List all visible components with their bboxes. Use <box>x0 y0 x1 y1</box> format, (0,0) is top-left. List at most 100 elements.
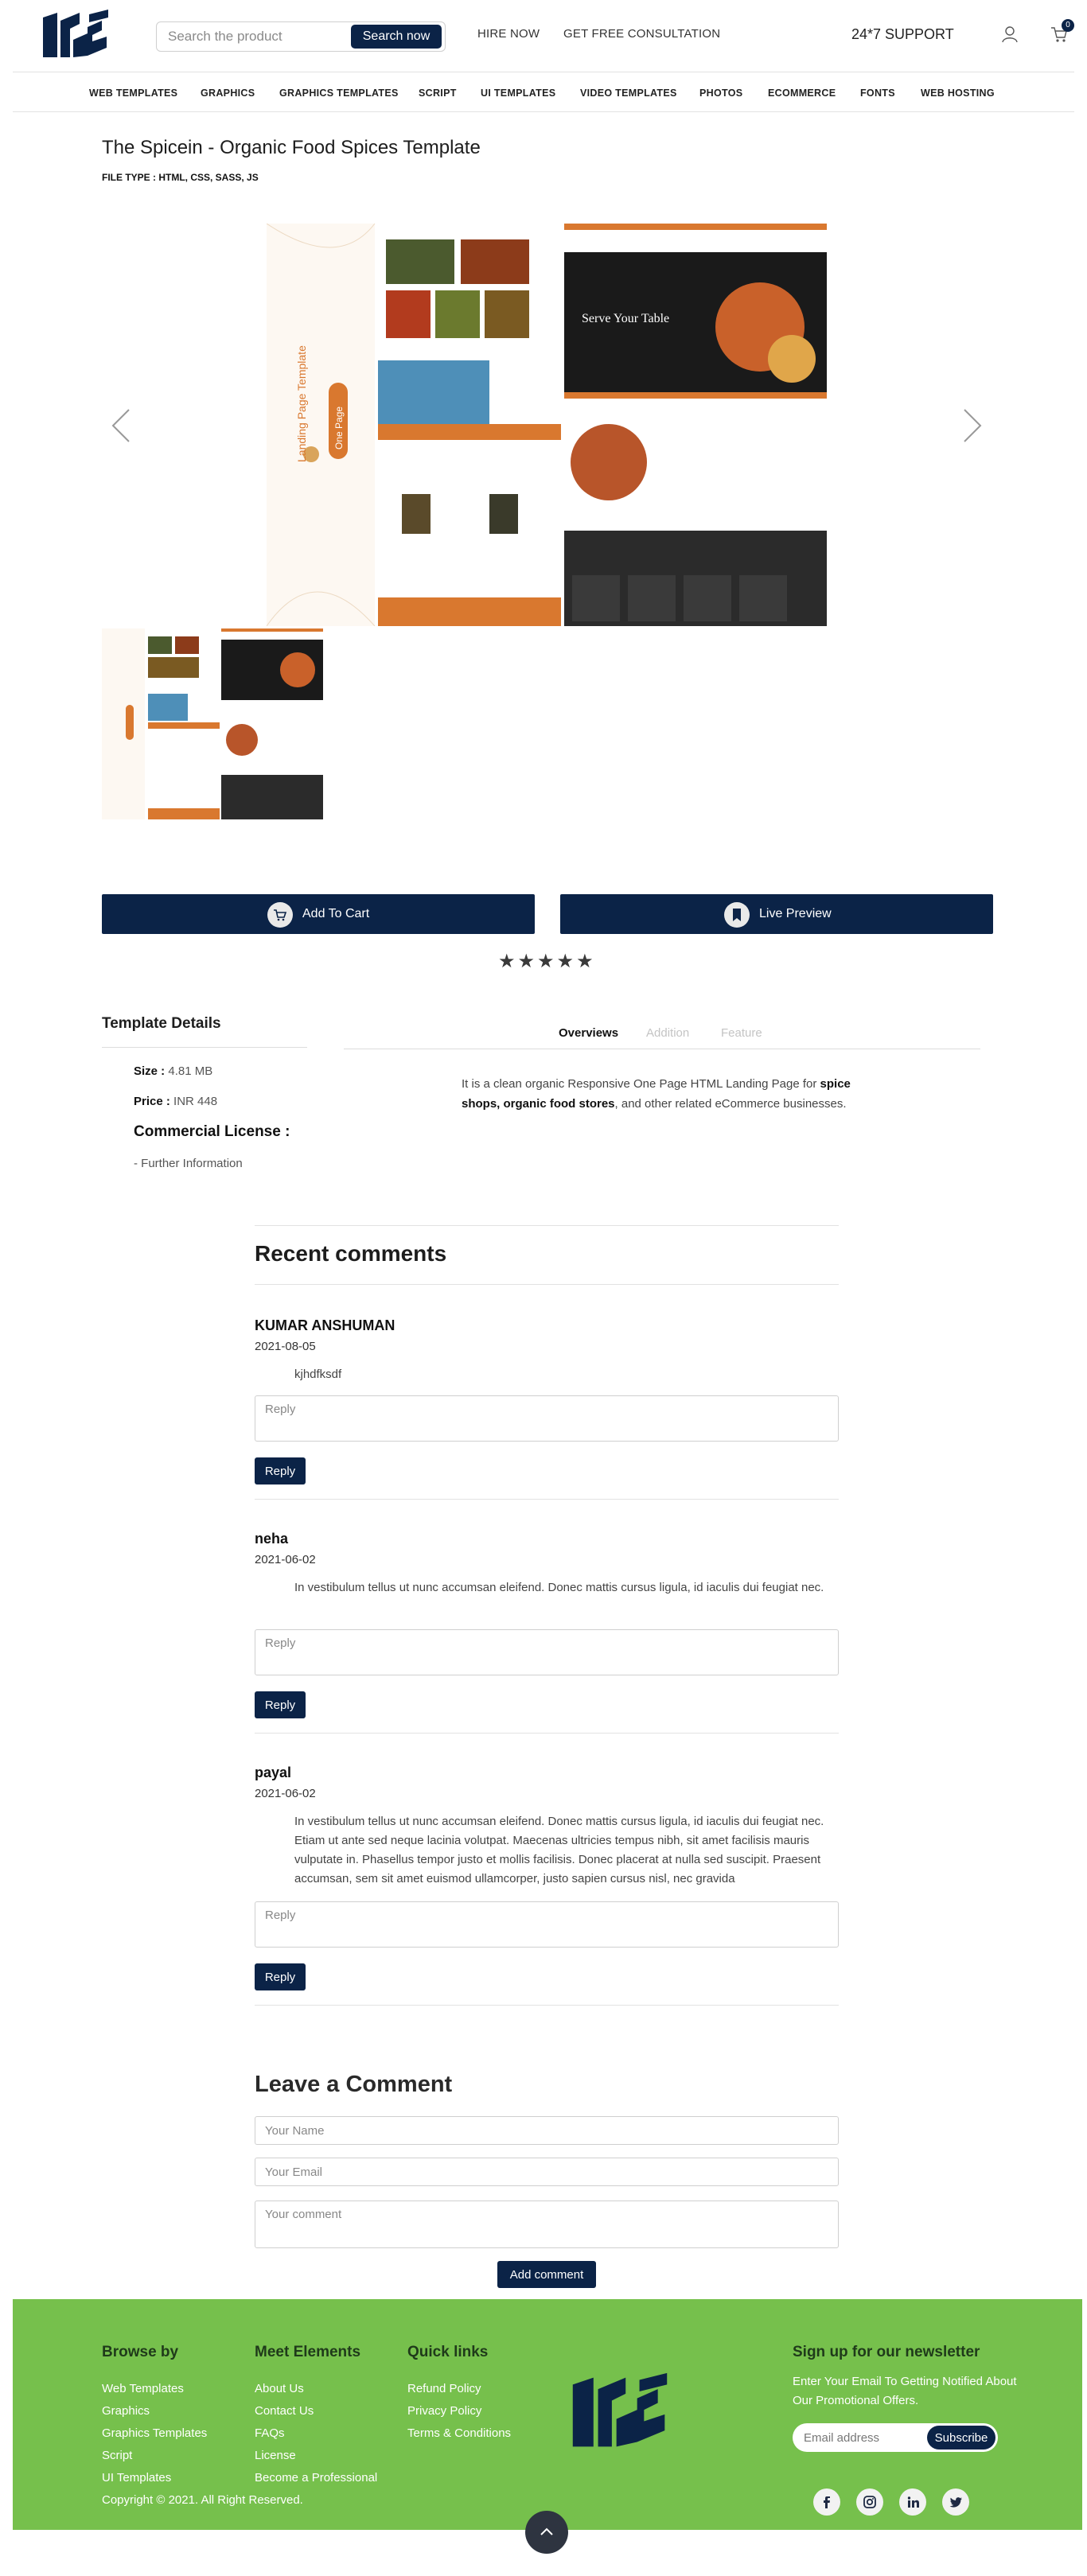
price-label: Price : <box>134 1095 170 1108</box>
overview-description: It is a clean organic Responsive One Pag… <box>462 1074 875 1114</box>
hire-now-link[interactable]: HIRE NOW <box>477 27 540 41</box>
footer-link-license[interactable]: License <box>255 2449 296 2462</box>
nav-divider <box>13 111 1074 112</box>
footer-link-refund-policy[interactable]: Refund Policy <box>407 2382 481 2395</box>
newsletter-text: Enter Your Email To Getting Notified Abo… <box>793 2375 1017 2407</box>
details-divider <box>102 1047 307 1048</box>
meet-elements-title: Meet Elements <box>255 2344 361 2360</box>
cat-web-hosting[interactable]: WEB HOSTING <box>921 88 995 99</box>
preview-mockup: Serve Your Table <box>267 224 827 626</box>
instagram-icon[interactable] <box>856 2488 883 2516</box>
footer-link-faqs[interactable]: FAQs <box>255 2426 285 2440</box>
site-header: Search now HIRE NOW GET FREE CONSULTATIO… <box>0 0 1087 72</box>
footer-link-terms[interactable]: Terms & Conditions <box>407 2426 511 2440</box>
reply-button[interactable]: Reply <box>255 1691 306 1718</box>
preview-banner-text: Landing Page Template <box>295 345 308 462</box>
add-comment-button[interactable]: Add comment <box>497 2261 596 2288</box>
cat-graphics[interactable]: GRAPHICS <box>201 88 255 99</box>
star-icon: ★ <box>517 951 538 972</box>
further-information-link[interactable]: - Further Information <box>134 1157 243 1170</box>
footer-logo[interactable] <box>568 2371 672 2453</box>
footer-link-ui-templates[interactable]: UI Templates <box>102 2471 171 2485</box>
commercial-license-title: Commercial License : <box>134 1123 290 1140</box>
price-row: Price : INR 448 <box>134 1095 217 1108</box>
subscribe-button[interactable]: Subscribe <box>927 2426 995 2450</box>
scroll-to-top-button[interactable] <box>525 2511 568 2554</box>
comments-title-divider <box>255 1284 839 1285</box>
footer-link-contact-us[interactable]: Contact Us <box>255 2404 314 2418</box>
comment-author: KUMAR ANSHUMAN <box>255 1317 395 1333</box>
consultation-link[interactable]: GET FREE CONSULTATION <box>563 27 720 41</box>
footer-link-web-templates[interactable]: Web Templates <box>102 2382 184 2395</box>
cat-ui-templates[interactable]: UI TEMPLATES <box>481 88 555 99</box>
file-type: FILE TYPE : HTML, CSS, SASS, JS <box>102 172 259 183</box>
category-nav: WEB TEMPLATES GRAPHICS GRAPHICS TEMPLATE… <box>0 83 1087 103</box>
footer-link-graphics[interactable]: Graphics <box>102 2404 150 2418</box>
preview-badge-text: One Page <box>333 406 345 449</box>
comment-author: neha <box>255 1531 289 1547</box>
reply-input[interactable] <box>255 1395 839 1442</box>
comment-text: In vestibulum tellus ut nunc accumsan el… <box>294 1815 824 1885</box>
cart-add-icon <box>267 902 293 928</box>
comment-date: 2021-08-05 <box>255 1340 316 1353</box>
bookmark-icon <box>724 902 750 928</box>
search-input[interactable] <box>163 24 354 49</box>
chevron-up-icon <box>540 2527 553 2535</box>
tab-addition[interactable]: Addition <box>646 1026 689 1040</box>
add-to-cart-label: Add To Cart <box>302 907 370 920</box>
comment-field[interactable] <box>255 2200 839 2248</box>
footer-link-about-us[interactable]: About Us <box>255 2382 304 2395</box>
newsletter-title: Sign up for our newsletter <box>793 2344 980 2360</box>
chevron-right-icon[interactable] <box>963 408 982 443</box>
newsletter-email-input[interactable] <box>804 2427 923 2448</box>
cat-photos[interactable]: PHOTOS <box>699 88 742 99</box>
cat-ecommerce[interactable]: ECOMMERCE <box>768 88 836 99</box>
cat-fonts[interactable]: FONTS <box>860 88 895 99</box>
footer-link-become-professional[interactable]: Become a Professional <box>255 2471 377 2485</box>
reply-input[interactable] <box>255 1901 839 1948</box>
chevron-left-icon[interactable] <box>111 408 131 443</box>
leave-comment-title: Leave a Comment <box>255 2072 453 2097</box>
name-field[interactable] <box>255 2116 839 2145</box>
cart-count-badge: 0 <box>1062 19 1074 32</box>
email-field[interactable] <box>255 2158 839 2186</box>
comment-divider <box>255 2005 839 2006</box>
star-icon: ★ <box>556 951 577 972</box>
facebook-icon[interactable] <box>813 2488 840 2516</box>
cat-graphics-templates[interactable]: GRAPHICS TEMPLATES <box>279 88 399 99</box>
newsletter-form: Subscribe <box>793 2423 998 2452</box>
tab-feature[interactable]: Feature <box>721 1026 762 1040</box>
reply-button[interactable]: Reply <box>255 1963 306 1990</box>
linkedin-icon[interactable] <box>899 2488 926 2516</box>
cat-video-templates[interactable]: VIDEO TEMPLATES <box>580 88 677 99</box>
reply-button[interactable]: Reply <box>255 1457 306 1485</box>
star-icon: ★ <box>498 951 518 972</box>
comment-divider <box>255 1499 839 1500</box>
cat-script[interactable]: SCRIPT <box>419 88 457 99</box>
twitter-icon[interactable] <box>942 2488 969 2516</box>
desc-part-3: , and other related eCommerce businesses… <box>614 1097 847 1111</box>
reply-input[interactable] <box>255 1629 839 1675</box>
template-details-title: Template Details <box>102 1015 221 1032</box>
quick-links-title: Quick links <box>407 2344 489 2360</box>
tab-overviews[interactable]: Overviews <box>559 1026 618 1040</box>
product-thumbnail[interactable] <box>102 628 323 819</box>
recent-comments-title: Recent comments <box>255 1241 447 1266</box>
comment-date: 2021-06-02 <box>255 1787 316 1800</box>
add-to-cart-button[interactable]: Add To Cart <box>102 894 535 934</box>
browse-by-title: Browse by <box>102 2344 179 2360</box>
footer-link-graphics-templates[interactable]: Graphics Templates <box>102 2426 207 2440</box>
cat-web-templates[interactable]: WEB TEMPLATES <box>89 88 177 99</box>
footer-link-privacy-policy[interactable]: Privacy Policy <box>407 2404 481 2418</box>
preview-hero-text: Serve Your Table <box>582 312 669 325</box>
search-button[interactable]: Search now <box>351 25 442 49</box>
live-preview-button[interactable]: Live Preview <box>560 894 993 934</box>
size-row: Size : 4.81 MB <box>134 1064 212 1078</box>
comment-text: kjhdfksdf <box>294 1368 342 1381</box>
footer-link-script[interactable]: Script <box>102 2449 132 2462</box>
user-icon[interactable] <box>1001 25 1019 43</box>
site-logo[interactable] <box>40 10 111 62</box>
desc-part-1: It is a clean organic Responsive One Pag… <box>462 1077 820 1091</box>
comment-date: 2021-06-02 <box>255 1553 316 1566</box>
comment-author: payal <box>255 1765 292 1780</box>
